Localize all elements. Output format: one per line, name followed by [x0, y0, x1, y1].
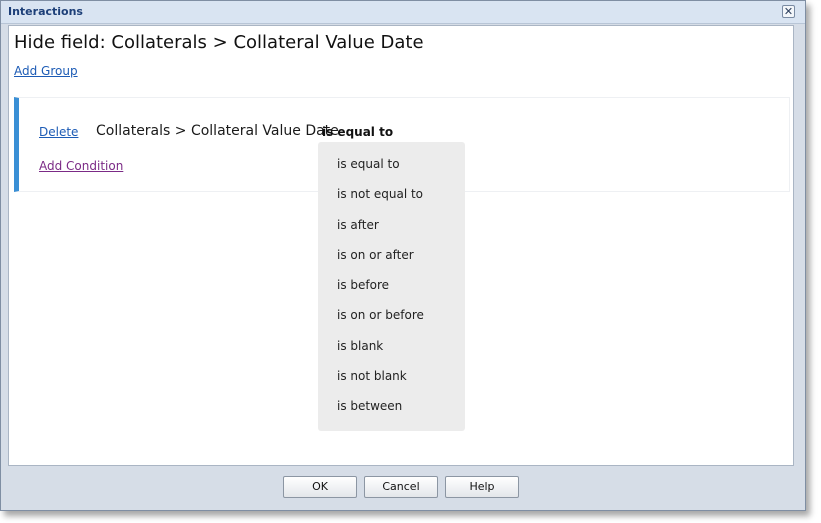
operator-option[interactable]: is after: [318, 210, 465, 240]
operator-option[interactable]: is between: [318, 391, 465, 421]
operator-option[interactable]: is blank: [318, 331, 465, 361]
cancel-button[interactable]: Cancel: [364, 476, 438, 498]
ok-button[interactable]: OK: [283, 476, 357, 498]
delete-condition-link[interactable]: Delete: [39, 125, 78, 139]
operator-option[interactable]: is not blank: [318, 361, 465, 391]
condition-operator-select[interactable]: is equal to: [322, 125, 393, 139]
dialog-footer: OK Cancel Help: [1, 468, 805, 510]
dialog-titlebar[interactable]: Interactions ✕: [1, 1, 805, 24]
operator-dropdown-menu: is equal to is not equal to is after is …: [318, 142, 465, 431]
add-group-link[interactable]: Add Group: [14, 64, 78, 78]
operator-option[interactable]: is on or before: [318, 300, 465, 330]
close-icon[interactable]: ✕: [782, 5, 795, 18]
dialog-title: Interactions: [8, 5, 83, 18]
operator-option[interactable]: is not equal to: [318, 179, 465, 209]
operator-option[interactable]: is equal to: [318, 149, 465, 179]
interactions-dialog: Interactions ✕ Hide field: Collaterals >…: [0, 0, 806, 511]
help-button[interactable]: Help: [445, 476, 519, 498]
operator-option[interactable]: is on or after: [318, 240, 465, 270]
operator-option[interactable]: is before: [318, 270, 465, 300]
page-title: Hide field: Collaterals > Collateral Val…: [14, 32, 424, 53]
add-condition-link[interactable]: Add Condition: [39, 159, 123, 173]
condition-field: Collaterals > Collateral Value Date: [96, 123, 339, 139]
